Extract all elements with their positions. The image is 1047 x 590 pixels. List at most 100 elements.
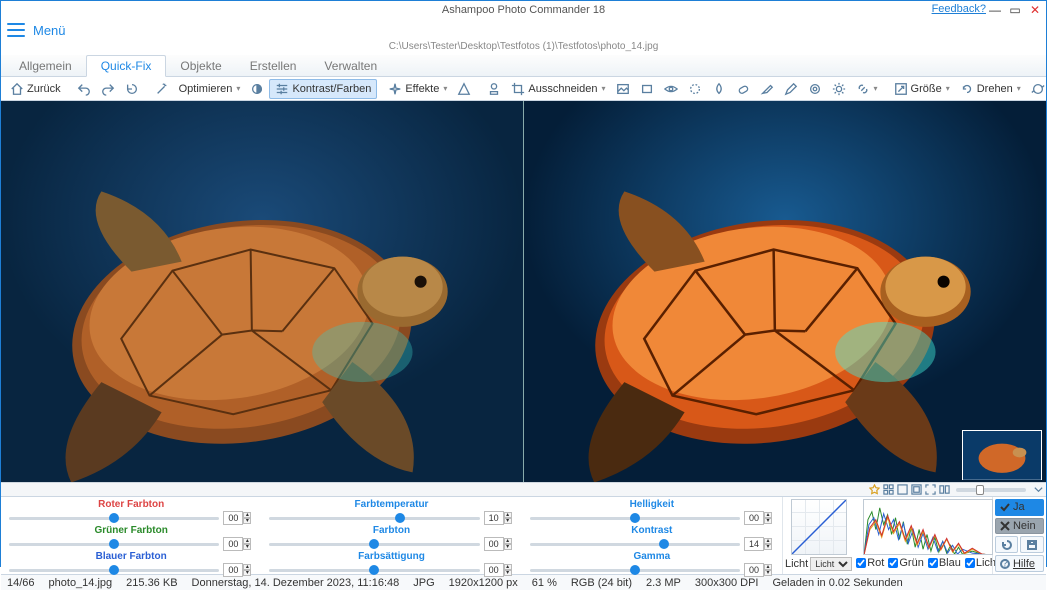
feedback-link[interactable]: Feedback? [932,3,986,15]
cancel-button[interactable]: Nein [995,518,1044,535]
tool-g[interactable] [755,80,779,98]
tool-i[interactable] [803,80,827,98]
redo-button[interactable] [96,80,120,98]
close-button[interactable]: ✕ [1028,3,1042,17]
curve-channel-select[interactable]: Licht [810,557,852,571]
tool-b[interactable] [635,80,659,98]
slider-value[interactable]: ▴▾ [223,537,253,551]
histogram[interactable] [863,499,993,555]
slider-farbsättigung: Farbsättigung▴▾ [269,551,513,577]
tool-k[interactable]: ▾ [851,80,883,98]
slider-value[interactable]: ▴▾ [744,537,774,551]
cut-button[interactable]: Ausschneiden▾ [506,80,610,98]
slider-value[interactable]: ▴▾ [223,511,253,525]
slider-grüner-farbton: Grüner Farbton▴▾ [9,525,253,551]
tool-d[interactable] [683,80,707,98]
hamburger-icon[interactable] [7,23,25,37]
brush-icon [760,82,774,96]
status-loaded: Geladen in 0.02 Sekunden [772,577,902,589]
slider-value[interactable]: ▴▾ [223,563,253,577]
auto-contrast-button[interactable] [245,80,269,98]
help-button[interactable]: ?Hilfe [995,555,1044,572]
undo-icon [77,82,91,96]
curve-graph[interactable] [791,499,847,555]
slider-value[interactable]: ▴▾ [484,537,514,551]
apply-button[interactable]: Ja [995,499,1044,516]
tab-erstellen[interactable]: Erstellen [236,56,311,76]
tool-c[interactable] [659,80,683,98]
save-preset-button[interactable] [1020,536,1044,553]
undo-button[interactable] [72,80,96,98]
fit-icon[interactable] [896,484,908,496]
slider-track[interactable] [530,517,740,520]
slider-kontrast: Kontrast ▴▾ [530,525,774,551]
slider-track[interactable] [530,543,740,546]
pane-original[interactable] [1,101,523,496]
slider-track[interactable] [269,569,479,572]
chk-blau[interactable]: Blau [928,557,961,569]
slider-track[interactable] [9,569,219,572]
fullscreen-icon[interactable] [924,484,936,496]
rotate-button[interactable]: Drehen▾ [955,80,1026,98]
target-icon [808,82,822,96]
minimize-button[interactable]: — [988,3,1002,17]
grid-icon[interactable] [882,484,894,496]
slider-farbtemperatur: Farbtemperatur▴▾ [269,499,513,525]
tool-e[interactable] [707,80,731,98]
tab-quickfix[interactable]: Quick-Fix [86,55,167,77]
maximize-button[interactable]: ▭ [1008,3,1022,17]
zoom-slider[interactable] [956,488,1026,492]
pane-preview[interactable] [524,101,1046,496]
revert-button[interactable] [120,80,144,98]
menu-label[interactable]: Menü [33,23,66,38]
reset-button[interactable] [995,536,1019,553]
clone-button[interactable] [482,80,506,98]
redo-icon [101,82,115,96]
slider-track[interactable] [9,543,219,546]
view-controls-bar [1,482,1046,496]
slider-label: Blauer Farbton [96,551,167,562]
slider-farbton: Farbton▴▾ [269,525,513,551]
tab-allgemein[interactable]: Allgemein [5,56,86,76]
compare-icon[interactable] [938,484,950,496]
tool-a[interactable] [611,80,635,98]
slider-track[interactable] [9,517,219,520]
actual-icon[interactable] [910,484,922,496]
statusbar: 14/66 photo_14.jpg 215.36 KB Donnerstag,… [1,574,1046,590]
tab-verwalten[interactable]: Verwalten [310,56,391,76]
slider-label: Roter Farbton [98,499,164,510]
tool-f[interactable] [731,80,755,98]
rect-icon [640,82,654,96]
status-date: Donnerstag, 14. Dezember 2023, 11:16:48 [192,577,400,589]
slider-helligkeit: Helligkeit▴▾ [530,499,774,525]
contrast-colors-button[interactable]: Kontrast/Farben [269,79,377,99]
chk-gruen[interactable]: Grün [888,557,923,569]
help-icon: ? [1000,559,1010,569]
slider-track[interactable] [269,517,479,520]
slider-value[interactable]: ▴▾ [484,511,514,525]
slider-value[interactable]: ▴▾ [744,511,774,525]
tab-objekte[interactable]: Objekte [166,56,235,76]
chk-rot[interactable]: Rot [856,557,884,569]
slider-value[interactable]: ▴▾ [484,563,514,577]
back-button[interactable]: Zurück [5,80,66,98]
optimize-button[interactable]: Optimieren▾ [174,81,246,97]
tool-j[interactable] [827,80,851,98]
zoom-menu-icon[interactable] [1032,484,1044,496]
navigator-thumbnail[interactable] [962,430,1042,480]
slider-value[interactable]: ▴▾ [744,563,774,577]
size-button[interactable]: Größe▾ [889,80,955,98]
slider-track[interactable] [530,569,740,572]
status-size: 215.36 KB [126,577,177,589]
channel-checkboxes: Rot Grün Blau Licht [856,557,999,569]
favorite-icon[interactable] [868,484,880,496]
patch-icon [736,82,750,96]
drop-icon [712,82,726,96]
slider-label: Kontrast [631,525,672,536]
slider-track[interactable] [269,543,479,546]
effects-button[interactable]: Effekte▾ [383,80,452,98]
tool-h[interactable] [779,80,803,98]
magic-button[interactable] [150,80,174,98]
refresh-button[interactable] [1026,80,1047,98]
sharpen-button[interactable] [452,80,476,98]
